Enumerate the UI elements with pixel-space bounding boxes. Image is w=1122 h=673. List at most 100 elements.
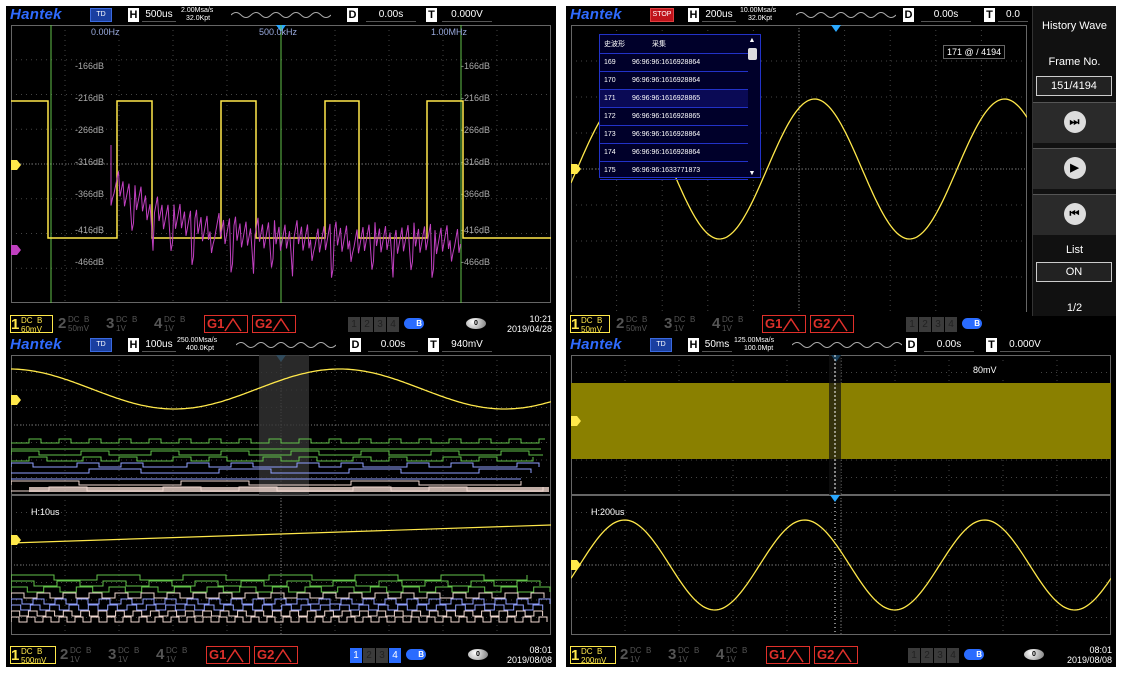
run-state-badge[interactable]: TD — [650, 338, 672, 352]
scroll-down-icon[interactable]: ▼ — [746, 170, 758, 177]
trigger-position-bar[interactable] — [796, 10, 896, 24]
delay-value[interactable]: 0.00s — [366, 8, 416, 22]
list-item[interactable]: 174 96:96:96:1616928864 — [600, 143, 748, 162]
digital-group-3[interactable]: 3 — [374, 317, 386, 332]
g2-generator[interactable]: G2 — [252, 315, 296, 333]
list-item-selected[interactable]: 171 96:96:96:1616928865 — [600, 89, 748, 108]
ch4-settings[interactable]: 4 DC B 1V — [716, 646, 761, 664]
list-item[interactable]: 169 96:96:96:1616928864 — [600, 53, 748, 72]
fft-db-label-right: -166dB — [461, 61, 490, 71]
digital-group-3[interactable]: 3 — [376, 648, 388, 663]
timebase-value[interactable]: 500us — [142, 8, 176, 22]
g1-generator[interactable]: G1 — [206, 646, 250, 664]
adjust-knob-icon[interactable]: 0 — [468, 649, 488, 660]
g1-generator[interactable]: G1 — [762, 315, 806, 333]
waveform-screen[interactable]: 史波形 采集 169 96:96:96:1616928864 170 96:96:96… — [571, 25, 1027, 313]
digital-group-1[interactable]: 1 — [908, 648, 920, 663]
list-toggle[interactable]: ON — [1036, 262, 1112, 282]
timebase-value[interactable]: 50ms — [702, 338, 732, 352]
ch3-settings[interactable]: 3 DC B 1V — [108, 646, 153, 664]
delay-value[interactable]: 0.00s — [368, 338, 418, 352]
g2-generator[interactable]: G2 — [254, 646, 298, 664]
ch3-number: 3 — [108, 646, 117, 663]
scroll-up-icon[interactable]: ▲ — [746, 37, 758, 44]
list-item[interactable]: 173 96:96:96:1616928864 — [600, 125, 748, 144]
clock: 10:21 2019/04/28 — [507, 314, 552, 334]
g1-generator[interactable]: G1 — [766, 646, 810, 664]
adjust-knob-icon[interactable]: 0 — [1024, 649, 1044, 660]
ch3-settings[interactable]: 3 DC B 1V — [664, 315, 709, 333]
run-state-badge[interactable]: TD — [90, 8, 112, 22]
run-state-badge[interactable]: STOP — [650, 8, 674, 22]
digital-group-1[interactable]: 1 — [350, 648, 362, 663]
ch2-settings[interactable]: 2 DC B 50mV — [58, 315, 103, 333]
waveform-canvas — [11, 355, 551, 635]
menu-page[interactable]: 1/2 — [1033, 302, 1116, 314]
history-scrollbar[interactable]: ▲ ▼ — [746, 37, 758, 177]
digital-group-1[interactable]: 1 — [906, 317, 918, 332]
digital-group-3[interactable]: 3 — [932, 317, 944, 332]
play-button[interactable]: ▶ — [1033, 148, 1116, 190]
ch2-settings[interactable]: 2 DC B 1V — [60, 646, 105, 664]
waveform-screen[interactable]: -166dB -216dB -266dB -316dB -366dB -416dB -466… — [11, 25, 551, 303]
digital-group-1[interactable]: 1 — [348, 317, 360, 332]
ch2-bw: B — [84, 315, 90, 324]
trigger-level-value[interactable]: 0.0 — [998, 8, 1028, 22]
ch1-settings[interactable]: 1 DC B 200mV — [570, 646, 616, 665]
ch4-settings[interactable]: 4 DC B 1V — [154, 315, 199, 333]
digital-group-4[interactable]: 4 — [387, 317, 399, 332]
ch1-settings[interactable]: 1 DC B 500mV — [10, 646, 56, 665]
ch3-settings[interactable]: 3 DC B 1V — [106, 315, 151, 333]
jump-start-button[interactable]: ⏮ — [1033, 194, 1116, 236]
trigger-level-value[interactable]: 0.000V — [1000, 338, 1050, 352]
delay-value[interactable]: 0.00s — [924, 338, 974, 352]
trigger-position-bar[interactable] — [231, 10, 331, 24]
trigger-position-bar[interactable] — [792, 340, 902, 354]
delay-value[interactable]: 0.00s — [921, 8, 971, 22]
trigger-level-value[interactable]: 0.000V — [442, 8, 492, 22]
digital-group-4[interactable]: 4 — [947, 648, 959, 663]
clock-date: 2019/08/08 — [506, 655, 552, 665]
digital-group-2[interactable]: 2 — [919, 317, 931, 332]
g2-generator[interactable]: G2 — [810, 315, 854, 333]
waveform-screen[interactable]: H:10us — [11, 355, 551, 635]
digital-group-3[interactable]: 3 — [934, 648, 946, 663]
fft-db-label-left: -166dB — [75, 61, 104, 71]
ch1-settings[interactable]: 1 DC B 50mV — [570, 315, 610, 334]
frame-no-value[interactable]: 151/4194 — [1036, 76, 1112, 96]
g2-generator[interactable]: G2 — [814, 646, 858, 664]
run-state-badge[interactable]: TD — [90, 338, 112, 352]
waveform-screen[interactable]: 80mV H:200us — [571, 355, 1111, 635]
scroll-thumb[interactable] — [747, 48, 757, 60]
trigger-level-value[interactable]: 940mV — [442, 338, 492, 352]
h-label: H — [128, 338, 139, 352]
list-item[interactable]: 170 96:96:96:1616928864 — [600, 71, 748, 90]
ch3-settings[interactable]: 3 DC B 1V — [668, 646, 713, 664]
digital-group-4[interactable]: 4 — [945, 317, 957, 332]
ch2-bw: B — [86, 646, 92, 655]
fft-db-label-left: -466dB — [75, 257, 104, 267]
digital-group-2[interactable]: 2 — [921, 648, 933, 663]
list-item[interactable]: 172 96:96:96:1616928865 — [600, 107, 748, 126]
ch4-settings[interactable]: 4 DC B 1V — [712, 315, 757, 333]
fft-db-label-right: -316dB — [461, 157, 490, 167]
timebase-value[interactable]: 100us — [142, 338, 176, 352]
trigger-position-bar[interactable] — [236, 340, 336, 354]
ch4-settings[interactable]: 4 DC B 1V — [156, 646, 201, 664]
ch1-settings[interactable]: 1 DC B 60mV — [10, 315, 53, 334]
g1-generator[interactable]: G1 — [204, 315, 248, 333]
ch2-settings[interactable]: 2 DC B 1V — [620, 646, 665, 664]
ch2-settings[interactable]: 2 DC B 50mV — [616, 315, 661, 333]
digital-group-2[interactable]: 2 — [363, 648, 375, 663]
fft-db-label-right: -416dB — [461, 225, 490, 235]
ch4-number: 4 — [154, 315, 163, 332]
ch2-volts: 50mV — [68, 324, 89, 333]
jump-end-button[interactable]: ⏭ — [1033, 102, 1116, 144]
digital-group-4[interactable]: 4 — [389, 648, 401, 663]
adjust-knob-icon[interactable]: 0 — [466, 318, 486, 329]
digital-group-2[interactable]: 2 — [361, 317, 373, 332]
list-item[interactable]: 175 96:96:96:1633771873 — [600, 161, 748, 180]
history-list[interactable]: 史波形 采集 169 96:96:96:1616928864 170 96:96:96… — [599, 34, 761, 180]
timebase-value[interactable]: 200us — [702, 8, 736, 22]
digital-channel-trace — [11, 468, 532, 474]
